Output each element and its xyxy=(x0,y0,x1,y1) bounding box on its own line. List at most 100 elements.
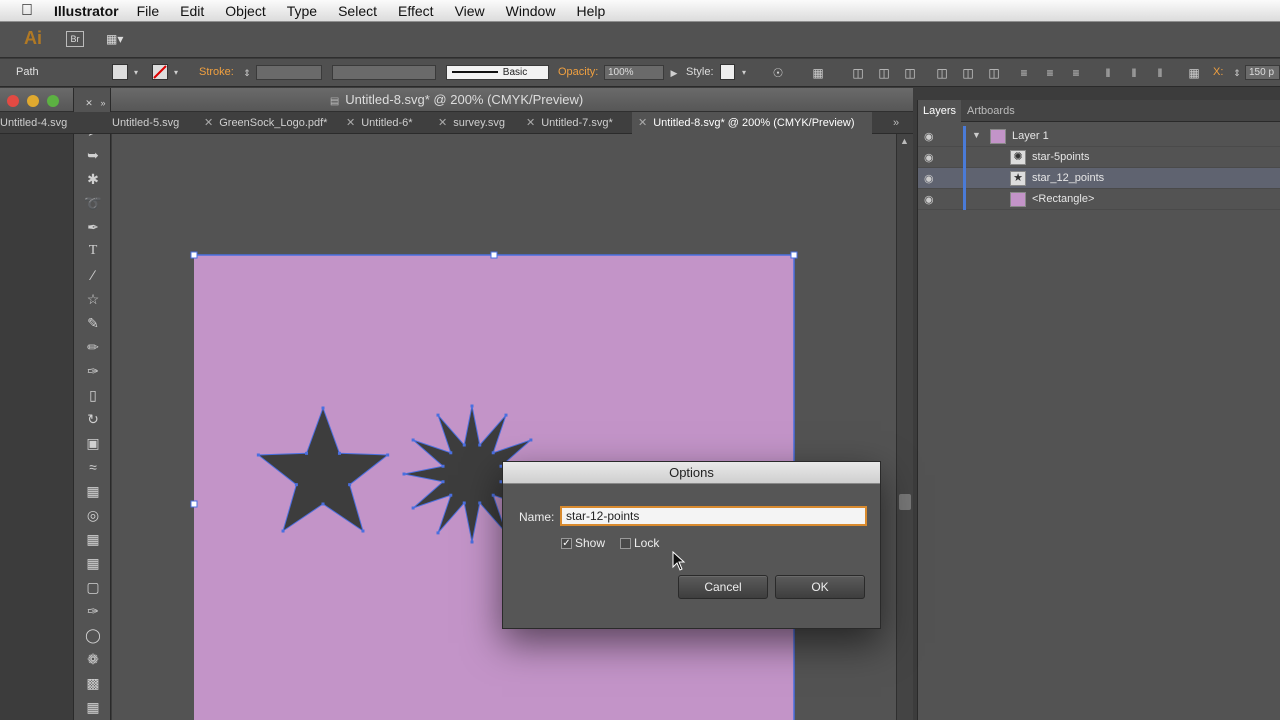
scrollbar-thumb[interactable] xyxy=(899,494,911,510)
anchor-point[interactable] xyxy=(449,451,453,455)
anchor-point[interactable] xyxy=(491,493,495,497)
tab-artboards[interactable]: Artboards xyxy=(962,100,1020,122)
anchor-point[interactable] xyxy=(411,506,415,510)
transform-icon[interactable]: ▦ xyxy=(1186,65,1202,81)
align-middle-icon[interactable]: ◫ xyxy=(960,65,976,81)
close-tab-icon[interactable]: ✕ xyxy=(204,117,213,129)
anchor-point[interactable] xyxy=(478,443,482,447)
tab-untitled-8[interactable]: ✕ Untitled-8.svg* @ 200% (CMYK/Preview) xyxy=(632,112,872,134)
anchor-point[interactable] xyxy=(281,529,285,533)
close-tab-icon[interactable]: ✕ xyxy=(346,117,355,129)
shape-builder-tool-icon[interactable]: ◎ xyxy=(82,504,104,526)
vertical-scrollbar[interactable]: ▲ xyxy=(896,134,913,720)
menu-object[interactable]: Object xyxy=(225,3,265,19)
anchor-point[interactable] xyxy=(305,451,309,455)
align-bottom-icon[interactable]: ◫ xyxy=(986,65,1002,81)
scale-tool-icon[interactable]: ▣ xyxy=(82,432,104,454)
tab-layers[interactable]: Layers xyxy=(918,100,962,122)
anchor-point[interactable] xyxy=(402,472,406,476)
stroke-weight-field[interactable] xyxy=(256,65,322,80)
anchor-point[interactable] xyxy=(294,483,298,487)
star-tool-icon[interactable]: ☆ xyxy=(82,288,104,310)
anchor-point[interactable] xyxy=(504,413,508,417)
anchor-point[interactable] xyxy=(449,493,453,497)
menu-type[interactable]: Type xyxy=(287,3,317,19)
anchor-point[interactable] xyxy=(256,453,260,457)
align-top-icon[interactable]: ◫ xyxy=(934,65,950,81)
close-tab-icon[interactable]: ✕ xyxy=(638,117,647,129)
menu-edit[interactable]: Edit xyxy=(180,3,204,19)
anchor-point[interactable] xyxy=(337,451,341,455)
scroll-up-icon[interactable]: ▲ xyxy=(900,136,909,146)
perspective-grid-tool-icon[interactable]: ▦ xyxy=(82,528,104,550)
chevron-down-icon[interactable]: ▾ xyxy=(128,65,144,81)
tab-greensock-logo[interactable]: ✕ GreenSock_Logo.pdf* xyxy=(204,112,334,134)
zoom-window-button[interactable] xyxy=(47,95,59,107)
stroke-stepper-icon[interactable]: ⇕ xyxy=(239,65,255,81)
chevron-down-icon[interactable]: ▾ xyxy=(168,65,184,81)
variable-width-dropdown[interactable] xyxy=(332,65,436,80)
anchor-point[interactable] xyxy=(462,501,466,505)
ok-button[interactable]: OK xyxy=(775,575,865,599)
anchor-point[interactable] xyxy=(348,483,352,487)
disclosure-triangle-icon[interactable]: ▼ xyxy=(972,130,981,140)
lock-label[interactable]: Lock xyxy=(634,536,659,550)
x-position-label[interactable]: X: xyxy=(1213,66,1223,78)
arrange-documents-icon[interactable]: ▦▾ xyxy=(106,32,134,46)
panel-collapse-icon[interactable]: » xyxy=(92,92,114,114)
anchor-point[interactable] xyxy=(321,406,325,410)
direct-selection-tool-icon[interactable]: ➥ xyxy=(82,144,104,166)
close-window-button[interactable] xyxy=(7,95,19,107)
tab-untitled-7[interactable]: ✕ Untitled-7.svg* xyxy=(526,112,626,134)
menu-window[interactable]: Window xyxy=(506,3,556,19)
more-tabs-icon[interactable]: » xyxy=(893,112,911,134)
bridge-button[interactable]: Br xyxy=(66,31,84,47)
distribute-top-icon[interactable]: ≡ xyxy=(1016,65,1032,81)
app-name-menu[interactable]: Illustrator xyxy=(54,3,119,19)
menu-effect[interactable]: Effect xyxy=(398,3,434,19)
tab-untitled-6[interactable]: ✕ Untitled-6* xyxy=(346,112,426,134)
recolor-artwork-icon[interactable]: ☉ xyxy=(770,65,786,81)
anchor-point[interactable] xyxy=(478,501,482,505)
tab-untitled-5[interactable]: Untitled-5.svg xyxy=(112,112,194,134)
pencil-tool-icon[interactable]: ✏ xyxy=(82,336,104,358)
selection-handle[interactable] xyxy=(190,500,198,508)
align-right-icon[interactable]: ◫ xyxy=(902,65,918,81)
distribute-left-icon[interactable]: ‖ xyxy=(1100,65,1116,81)
align-left-icon[interactable]: ◫ xyxy=(850,65,866,81)
anchor-point[interactable] xyxy=(411,438,415,442)
apple-icon[interactable]:  xyxy=(0,2,54,20)
tab-survey[interactable]: ✕ survey.svg xyxy=(438,112,520,134)
gradient-tool-icon[interactable]: ▢ xyxy=(82,576,104,598)
blend-tool-icon[interactable]: ◯ xyxy=(82,624,104,646)
canvas-area[interactable] xyxy=(112,134,896,720)
opacity-field[interactable]: 100% xyxy=(604,65,664,80)
align-center-icon[interactable]: ◫ xyxy=(876,65,892,81)
lock-checkbox[interactable] xyxy=(620,538,631,549)
menu-help[interactable]: Help xyxy=(576,3,605,19)
column-graph-tool-icon[interactable]: ▩ xyxy=(82,672,104,694)
menu-select[interactable]: Select xyxy=(338,3,377,19)
stroke-label[interactable]: Stroke: xyxy=(199,66,234,78)
opacity-label[interactable]: Opacity: xyxy=(558,66,598,78)
free-transform-tool-icon[interactable]: ▦ xyxy=(82,480,104,502)
layer-item-row-selected[interactable]: ◉ ★ star_12_points xyxy=(918,168,1280,189)
brush-dropdown[interactable]: Basic xyxy=(446,65,549,80)
close-tab-icon[interactable]: ✕ xyxy=(526,117,535,129)
cancel-button[interactable]: Cancel xyxy=(678,575,768,599)
distribute-bottom-icon[interactable]: ≡ xyxy=(1068,65,1084,81)
visibility-eye-icon[interactable]: ◉ xyxy=(924,151,934,164)
anchor-point[interactable] xyxy=(386,453,390,457)
anchor-point[interactable] xyxy=(529,438,533,442)
anchor-point[interactable] xyxy=(470,404,474,408)
anchor-point[interactable] xyxy=(441,480,445,484)
stroke-swatch[interactable] xyxy=(152,64,168,80)
line-segment-tool-icon[interactable]: ∕ xyxy=(82,264,104,286)
anchor-point[interactable] xyxy=(441,464,445,468)
pen-tool-icon[interactable]: ✒ xyxy=(82,216,104,238)
blob-brush-tool-icon[interactable]: ✑ xyxy=(82,360,104,382)
show-checkbox[interactable]: ✓ xyxy=(561,538,572,549)
visibility-eye-icon[interactable]: ◉ xyxy=(924,130,934,143)
name-input[interactable] xyxy=(560,506,867,526)
distribute-middle-icon[interactable]: ≡ xyxy=(1042,65,1058,81)
